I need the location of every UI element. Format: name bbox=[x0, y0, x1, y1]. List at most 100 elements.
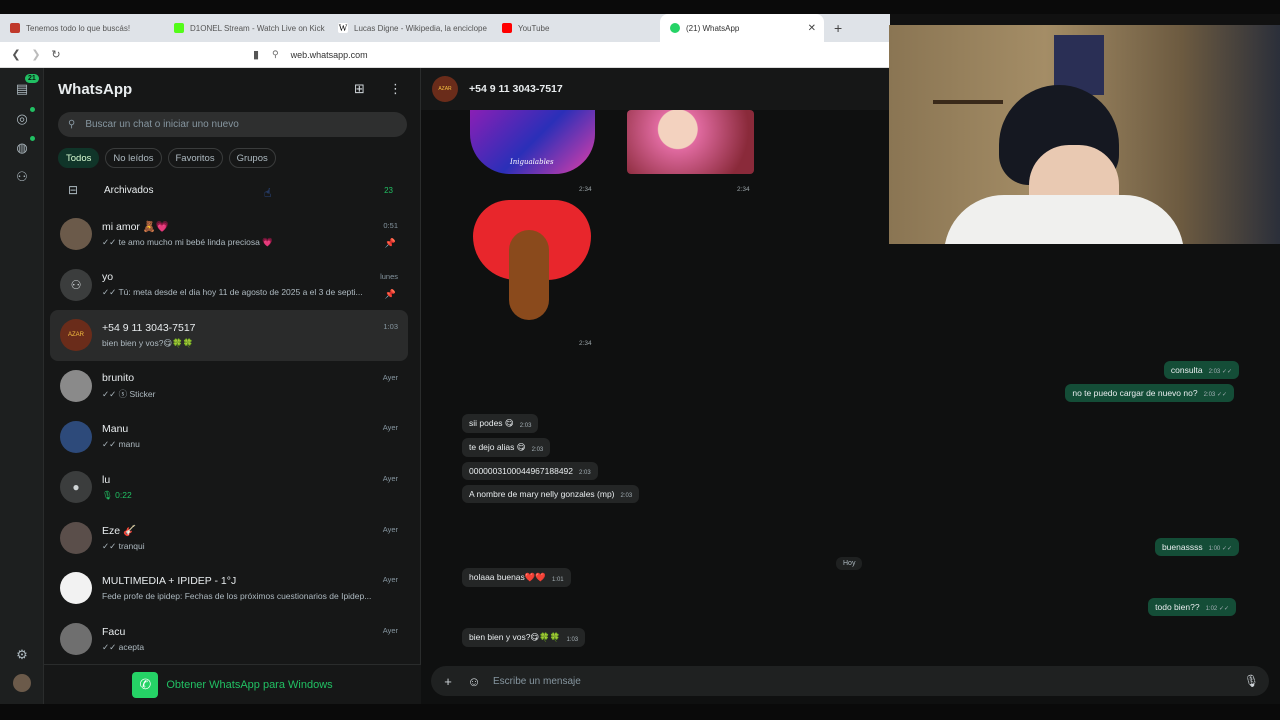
new-chat-icon[interactable]: ⊞ bbox=[354, 81, 365, 97]
chat-time: 1:03 bbox=[383, 322, 398, 332]
chat-name: Manu bbox=[102, 423, 129, 436]
tab-label: Lucas Digne - Wikipedia, la enciclope bbox=[354, 23, 487, 33]
browser-tab-4[interactable]: YouTube bbox=[492, 14, 656, 42]
chat-name: brunito bbox=[102, 372, 135, 385]
new-tab-button[interactable]: + bbox=[824, 20, 852, 36]
message-out[interactable]: buenassss 1:00 ✓✓ bbox=[1154, 538, 1239, 556]
browser-tab-1[interactable]: Tenemos todo lo que buscás! bbox=[0, 14, 164, 42]
message-in[interactable]: A nombre de mary nelly gonzales (mp) 2:0… bbox=[462, 485, 640, 503]
status-icon[interactable]: ◎ bbox=[13, 110, 31, 128]
chat-name: Facu bbox=[102, 625, 126, 638]
browser-tab-2[interactable]: D1ONEL Stream - Watch Live on Kick bbox=[164, 14, 328, 42]
back-icon[interactable]: ❮ bbox=[6, 48, 26, 61]
top-letterbox bbox=[0, 0, 1280, 14]
chat-preview: ✓✓ manu bbox=[102, 439, 140, 450]
emoji-icon[interactable]: ☺ bbox=[461, 674, 487, 689]
chat-item[interactable]: brunito ✓✓ ⓢ Sticker Ayer bbox=[50, 361, 408, 412]
message-text: buenassss bbox=[1161, 542, 1203, 552]
get-windows-banner[interactable]: ✆ Obtener WhatsApp para Windows bbox=[44, 664, 421, 704]
chat-item[interactable]: ⚇ yo ✓✓ Tú: meta desde el dia hoy 11 de … bbox=[50, 260, 408, 311]
avatar: AZAR bbox=[60, 319, 92, 352]
browser-tab-3[interactable]: W Lucas Digne - Wikipedia, la enciclope bbox=[328, 14, 492, 42]
message-in[interactable]: 0000003100044967188492 2:03 bbox=[462, 462, 598, 480]
chat-name: +54 9 11 3043-7517 bbox=[102, 321, 196, 334]
close-tab-icon[interactable]: ✕ bbox=[808, 23, 816, 34]
bottom-letterbox bbox=[0, 704, 1280, 720]
message-time: 2:03 bbox=[531, 447, 544, 453]
filter-unread[interactable]: No leídos bbox=[105, 148, 162, 168]
avatar: ⚇ bbox=[60, 268, 92, 301]
message-out[interactable]: no te puedo cargar de nuevo no? 2:03 ✓✓ bbox=[1065, 384, 1234, 402]
tab-label: Tenemos todo lo que buscás! bbox=[26, 23, 131, 33]
reload-icon[interactable]: ↻ bbox=[46, 48, 66, 61]
chat-time: lunes bbox=[380, 271, 398, 281]
channels-icon[interactable]: ◍ bbox=[13, 139, 31, 157]
chat-item[interactable]: Manu ✓✓ manu Ayer bbox=[50, 411, 408, 462]
attach-plus-icon[interactable]: + bbox=[435, 674, 461, 689]
chat-item[interactable]: Eze 🎸 ✓✓ tranqui Ayer bbox=[50, 513, 408, 564]
browser-tab-whatsapp[interactable]: (21) WhatsApp ✕ bbox=[660, 14, 824, 42]
kick-icon bbox=[174, 23, 184, 33]
webcam-overlay bbox=[889, 25, 1280, 244]
chat-time: 0:51 bbox=[383, 221, 398, 230]
search-input[interactable]: ⚲ Buscar un chat o iniciar uno nuevo bbox=[58, 112, 407, 137]
profile-avatar[interactable] bbox=[13, 674, 31, 692]
chat-name: MULTIMEDIA + IPIDEP - 1°J bbox=[102, 575, 237, 588]
message-in[interactable]: bien bien y vos?😋🍀🍀 1:03 bbox=[462, 628, 586, 647]
chat-item-selected[interactable]: AZAR +54 9 11 3043-7517 bien bien y vos?… bbox=[50, 310, 408, 361]
message-in[interactable]: te dejo alias 😋 2:03 bbox=[462, 438, 551, 457]
favicon-icon bbox=[10, 23, 20, 33]
message-time: 1:03 bbox=[566, 637, 579, 643]
message-time: 1:01 bbox=[551, 577, 564, 583]
filter-groups[interactable]: Grupos bbox=[228, 148, 276, 168]
chat-name: mi amor 🧸💗 bbox=[102, 221, 169, 234]
archived-row[interactable]: ⊟ Archivados 23 bbox=[58, 180, 407, 200]
archived-label: Archivados bbox=[104, 184, 154, 196]
settings-icon[interactable]: ⚙ bbox=[13, 646, 31, 664]
message-text: bien bien y vos?😋🍀🍀 bbox=[469, 632, 561, 642]
message-text: te dejo alias 😋 bbox=[469, 442, 526, 452]
chat-item[interactable]: ● lu 🎙 0:22 Ayer bbox=[50, 462, 408, 513]
chat-item[interactable]: mi amor 🧸💗 ✓✓ te amo mucho mi bebé linda… bbox=[50, 209, 408, 260]
filter-chips: Todos No leídos Favoritos Grupos bbox=[58, 148, 276, 168]
tab-label: (21) WhatsApp bbox=[686, 23, 740, 33]
chat-time: Ayer bbox=[382, 575, 398, 585]
message-out[interactable]: consulta 2:03 ✓✓ bbox=[1163, 361, 1239, 379]
image-time: 2:34 bbox=[737, 186, 750, 193]
app-title: WhatsApp bbox=[58, 81, 133, 98]
tab-label: YouTube bbox=[518, 23, 550, 33]
url-field[interactable]: ⚲ web.whatsapp.com bbox=[272, 49, 368, 60]
image-time: 2:34 bbox=[579, 340, 592, 347]
message-text: no te puedo cargar de nuevo no? bbox=[1072, 388, 1198, 398]
whatsapp-logo-icon: ✆ bbox=[132, 671, 159, 698]
chat-item[interactable]: MULTIMEDIA + IPIDEP - 1°J Fede profe de … bbox=[50, 563, 408, 614]
chat-preview: ✓✓ te amo mucho mi bebé linda preciosa 💗 bbox=[102, 237, 273, 248]
message-input[interactable]: Escribe un mensaje bbox=[493, 676, 581, 687]
microphone-icon[interactable]: 🎙 bbox=[1244, 674, 1259, 688]
communities-icon[interactable]: ⚇ bbox=[13, 168, 31, 186]
message-text: holaaa buenas❤️❤️ bbox=[469, 572, 546, 582]
chat-item[interactable]: Facu ✓✓ acepta Ayer bbox=[50, 614, 408, 665]
sticker-image[interactable]: Inigualables bbox=[470, 110, 595, 174]
address-bar: ❮ ❯ ↻ ▮ ⚲ web.whatsapp.com bbox=[0, 42, 890, 68]
message-in[interactable]: holaaa buenas❤️❤️ 1:01 bbox=[462, 568, 571, 587]
menu-dots-icon[interactable]: ⋮ bbox=[389, 81, 402, 97]
filter-all[interactable]: Todos bbox=[58, 148, 100, 168]
message-time: 2:03 bbox=[620, 493, 633, 499]
message-time: 1:02 ✓✓ bbox=[1205, 606, 1229, 612]
search-icon: ⚲ bbox=[68, 119, 76, 130]
site-info-icon[interactable]: ⚲ bbox=[272, 49, 279, 60]
sticker-image[interactable] bbox=[627, 110, 754, 174]
bookmark-icon[interactable]: ▮ bbox=[246, 48, 266, 61]
forward-icon[interactable]: ❯ bbox=[26, 48, 46, 61]
message-in[interactable]: sii podes 😋 2:03 bbox=[462, 414, 539, 433]
avatar: ● bbox=[60, 471, 92, 504]
heart-dog-sticker[interactable] bbox=[473, 200, 591, 330]
chat-name: yo bbox=[102, 271, 114, 284]
day-separator: Hoy bbox=[836, 557, 863, 570]
message-text: 0000003100044967188492 bbox=[469, 466, 574, 476]
message-out[interactable]: todo bien?? 1:02 ✓✓ bbox=[1148, 598, 1236, 616]
filter-favorites[interactable]: Favoritos bbox=[167, 148, 223, 168]
archive-icon: ⊟ bbox=[67, 183, 79, 197]
message-text: sii podes 😋 bbox=[469, 418, 514, 428]
